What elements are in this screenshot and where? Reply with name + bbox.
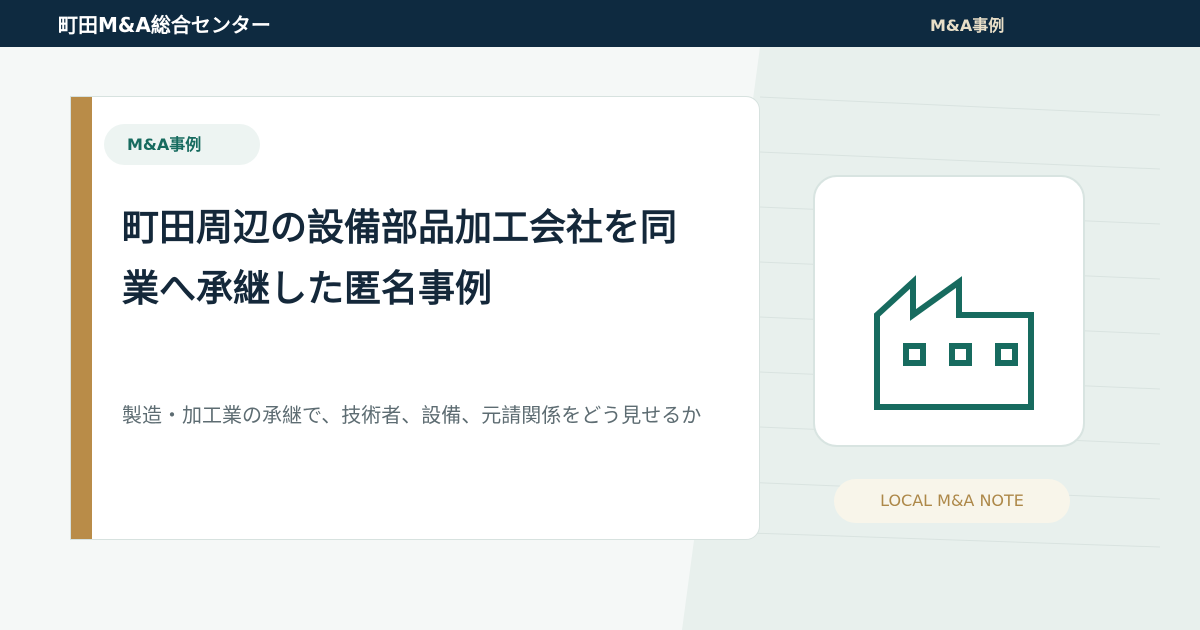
deco-line [719, 531, 1161, 548]
card-accent-bar [71, 97, 92, 539]
illustration-card [813, 175, 1085, 447]
deco-line [759, 96, 1161, 116]
deco-line [759, 151, 1161, 170]
category-badge: M&A事例 [104, 124, 260, 165]
article-subtitle: 製造・加工業の承継で、技術者、設備、元請関係をどう見せるか [122, 403, 702, 427]
note-badge: LOCAL M&A NOTE [834, 479, 1070, 523]
site-header: 町田M&A総合センター M&A事例 [0, 0, 1200, 47]
article-title: 町田周辺の設備部品加工会社を同業へ承継した匿名事例 [122, 206, 677, 310]
site-brand[interactable]: 町田M&A総合センター [58, 13, 271, 37]
nav-link-ma-cases[interactable]: M&A事例 [930, 16, 1004, 36]
article-card[interactable]: M&A事例 町田周辺の設備部品加工会社を同業へ承継した匿名事例 製造・加工業の承… [70, 96, 760, 540]
factory-icon [874, 275, 1034, 410]
